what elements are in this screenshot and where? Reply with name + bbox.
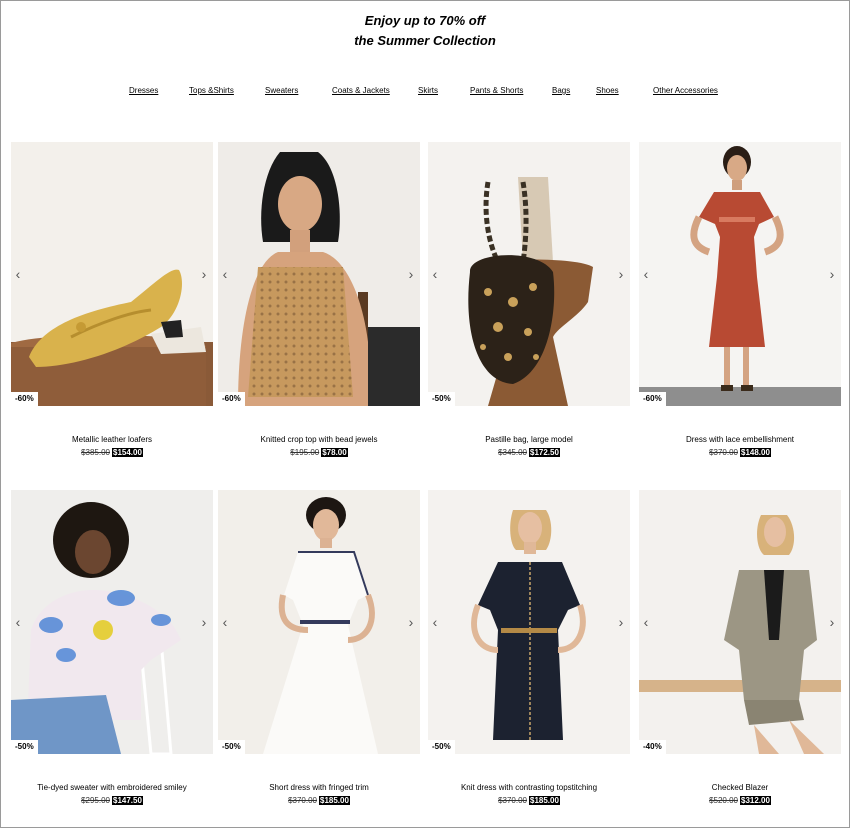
sale-price: $172.50 — [529, 448, 560, 457]
chevron-right-icon[interactable]: › — [825, 266, 839, 282]
old-price: $345.00 — [498, 448, 527, 457]
product-name[interactable]: Pastille bag, large model — [428, 435, 630, 445]
product-prices: $345.00 $172.50 — [428, 447, 630, 458]
product-image[interactable] — [428, 142, 630, 406]
nav-link-dresses[interactable]: Dresses — [129, 86, 158, 95]
chevron-left-icon[interactable]: ‹ — [11, 266, 25, 282]
chevron-left-icon[interactable]: ‹ — [218, 266, 232, 282]
old-price: $370.00 — [498, 796, 527, 805]
nav-link-sweaters[interactable]: Sweaters — [265, 86, 298, 95]
sale-price: $185.00 — [529, 796, 560, 805]
discount-badge: -50% — [11, 740, 38, 754]
product-prices: $370.00 $185.00 — [218, 795, 420, 806]
category-nav: Dresses Tops &Shirts Sweaters Coats & Ja… — [0, 86, 850, 98]
promo-line-2: the Summer Collection — [354, 33, 496, 48]
product-name[interactable]: Knitted crop top with bead jewels — [218, 435, 420, 445]
old-price: $295.00 — [81, 796, 110, 805]
chevron-left-icon[interactable]: ‹ — [218, 614, 232, 630]
product-image[interactable] — [11, 490, 213, 754]
product-image[interactable] — [218, 142, 420, 406]
discount-badge: -60% — [218, 392, 245, 406]
product-prices: $295.00 $147.50 — [11, 795, 213, 806]
promo-line-1: Enjoy up to 70% off — [364, 13, 486, 28]
chevron-left-icon[interactable]: ‹ — [11, 614, 25, 630]
product-name[interactable]: Dress with lace embellishment — [639, 435, 841, 445]
product-prices: $385.00 $154.00 — [11, 447, 213, 458]
sale-price: $148.00 — [740, 448, 771, 457]
product-image[interactable] — [218, 490, 420, 754]
promo-banner: Enjoy up to 70% off the Summer Collectio… — [0, 11, 850, 51]
nav-link-shoes[interactable]: Shoes — [596, 86, 619, 95]
chevron-right-icon[interactable]: › — [614, 614, 628, 630]
nav-link-pants-shorts[interactable]: Pants & Shorts — [470, 86, 523, 95]
product-image[interactable] — [428, 490, 630, 754]
discount-badge: -50% — [428, 392, 455, 406]
chevron-left-icon[interactable]: ‹ — [428, 266, 442, 282]
nav-link-skirts[interactable]: Skirts — [418, 86, 438, 95]
product-name[interactable]: Short dress with fringed trim — [218, 783, 420, 793]
old-price: $370.00 — [709, 448, 738, 457]
nav-link-bags[interactable]: Bags — [552, 86, 570, 95]
sale-price: $147.50 — [112, 796, 143, 805]
chevron-right-icon[interactable]: › — [404, 266, 418, 282]
product-name[interactable]: Tie-dyed sweater with embroidered smiley — [11, 783, 213, 793]
chevron-left-icon[interactable]: ‹ — [639, 614, 653, 630]
chevron-left-icon[interactable]: ‹ — [639, 266, 653, 282]
discount-badge: -50% — [218, 740, 245, 754]
sale-price: $312.00 — [740, 796, 771, 805]
nav-link-coats-jackets[interactable]: Coats & Jackets — [332, 86, 390, 95]
old-price: $385.00 — [81, 448, 110, 457]
sale-price: $185.00 — [319, 796, 350, 805]
product-image[interactable] — [11, 142, 213, 406]
product-prices: $520.00 $312.00 — [639, 795, 841, 806]
sale-price: $154.00 — [112, 448, 143, 457]
chevron-right-icon[interactable]: › — [197, 266, 211, 282]
nav-link-other-accessories[interactable]: Other Accessories — [653, 86, 718, 95]
product-prices: $370.00 $148.00 — [639, 447, 841, 458]
product-name[interactable]: Checked Blazer — [639, 783, 841, 793]
discount-badge: -60% — [639, 392, 666, 406]
product-image[interactable] — [639, 490, 841, 754]
product-name[interactable]: Metallic leather loafers — [11, 435, 213, 445]
product-prices: $195.00 $78.00 — [218, 447, 420, 458]
chevron-right-icon[interactable]: › — [404, 614, 418, 630]
discount-badge: -40% — [639, 740, 666, 754]
chevron-right-icon[interactable]: › — [825, 614, 839, 630]
product-name[interactable]: Knit dress with contrasting topstitching — [428, 783, 630, 793]
nav-link-tops-shirts[interactable]: Tops &Shirts — [189, 86, 234, 95]
old-price: $370.00 — [288, 796, 317, 805]
product-prices: $370.00 $185.00 — [428, 795, 630, 806]
old-price: $195.00 — [290, 448, 320, 457]
chevron-right-icon[interactable]: › — [197, 614, 211, 630]
old-price: $520.00 — [709, 796, 738, 805]
product-image[interactable] — [639, 142, 841, 406]
discount-badge: -50% — [428, 740, 455, 754]
chevron-right-icon[interactable]: › — [614, 266, 628, 282]
chevron-left-icon[interactable]: ‹ — [428, 614, 442, 630]
discount-badge: -60% — [11, 392, 38, 406]
sale-price: $78.00 — [321, 448, 348, 457]
